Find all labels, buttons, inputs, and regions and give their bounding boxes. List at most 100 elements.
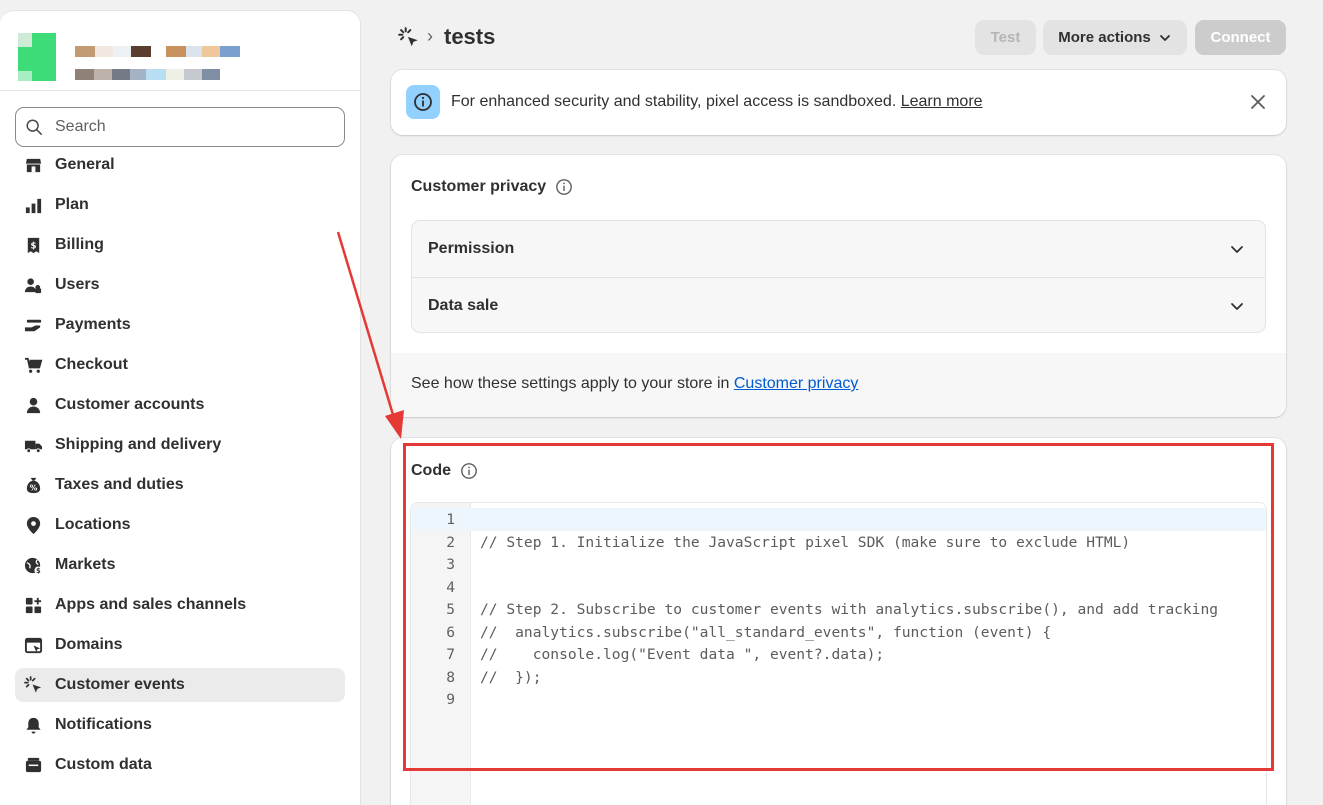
sidebar-item-label: Markets bbox=[55, 556, 116, 573]
customer-privacy-link[interactable]: Customer privacy bbox=[734, 375, 858, 392]
sidebar-item-payments[interactable]: Payments bbox=[15, 308, 345, 342]
sidebar-item-checkout[interactable]: Checkout bbox=[15, 348, 345, 382]
plan-icon bbox=[23, 195, 43, 215]
code-text: // Step 2. Subscribe to customer events … bbox=[480, 601, 1219, 618]
connect-button-label: Connect bbox=[1210, 29, 1271, 46]
banner-text: For enhanced security and stability, pix… bbox=[451, 93, 897, 110]
sidebar-item-label: Customer events bbox=[55, 676, 185, 693]
money-bag-icon: % bbox=[23, 475, 43, 495]
store-domain-blurred bbox=[75, 69, 220, 80]
domain-icon bbox=[23, 635, 43, 655]
code-line: 1 bbox=[411, 508, 1266, 531]
permission-row[interactable]: Permission bbox=[412, 221, 1265, 277]
privacy-footer: See how these settings apply to your sto… bbox=[391, 353, 1286, 417]
sidebar-item-label: Checkout bbox=[55, 356, 128, 373]
truck-icon bbox=[23, 435, 43, 455]
svg-text:$: $ bbox=[30, 241, 36, 251]
sidebar-item-label: Custom data bbox=[55, 756, 152, 773]
chevron-down-icon bbox=[1231, 246, 1243, 253]
sidebar-item-plan[interactable]: Plan bbox=[15, 188, 345, 222]
sidebar-item-taxes[interactable]: % Taxes and duties bbox=[15, 468, 345, 502]
sidebar-item-label: Users bbox=[55, 276, 100, 293]
code-line: 6 // analytics.subscribe("all_standard_ev… bbox=[411, 621, 1266, 644]
code-text: // console.log("Event data ", event?.dat… bbox=[480, 646, 885, 663]
sidebar-item-customer-accounts[interactable]: Customer accounts bbox=[15, 388, 345, 422]
sidebar-item-general[interactable]: General bbox=[15, 148, 345, 182]
database-icon bbox=[23, 755, 43, 775]
sidebar-item-markets[interactable]: $ Markets bbox=[15, 548, 345, 582]
info-icon[interactable] bbox=[460, 462, 478, 480]
sidebar-item-apps[interactable]: Apps and sales channels bbox=[15, 588, 345, 622]
svg-text:%: % bbox=[29, 483, 37, 492]
code-card: Code 1 2 // Step 1. Initialize the JavaSc… bbox=[391, 438, 1286, 805]
sidebar-item-notifications[interactable]: Notifications bbox=[15, 708, 345, 742]
privacy-accordion: Permission Data sale bbox=[411, 220, 1266, 333]
sidebar-item-users[interactable]: Users bbox=[15, 268, 345, 302]
location-pin-icon bbox=[23, 515, 43, 535]
svg-text:$: $ bbox=[35, 567, 40, 575]
sidebar-item-custom-data[interactable]: Custom data bbox=[15, 748, 345, 782]
sidebar-item-domains[interactable]: Domains bbox=[15, 628, 345, 662]
receipt-dollar-icon: $ bbox=[23, 235, 43, 255]
search-input-wrapper[interactable] bbox=[15, 107, 345, 147]
sidebar-item-shipping[interactable]: Shipping and delivery bbox=[15, 428, 345, 462]
card-title-text: Code bbox=[411, 462, 451, 479]
cart-icon bbox=[23, 355, 43, 375]
more-actions-label: More actions bbox=[1058, 29, 1151, 46]
line-number: 1 bbox=[446, 511, 455, 528]
breadcrumb-separator: › bbox=[427, 26, 433, 46]
store-logo bbox=[18, 33, 56, 81]
info-icon bbox=[406, 85, 440, 119]
code-line: 4 bbox=[411, 576, 1266, 599]
close-icon[interactable] bbox=[1248, 92, 1268, 112]
sidebar-item-label: Taxes and duties bbox=[55, 476, 184, 493]
store-header[interactable] bbox=[0, 11, 360, 91]
users-icon bbox=[23, 275, 43, 295]
learn-more-link[interactable]: Learn more bbox=[901, 93, 983, 110]
search-input[interactable] bbox=[55, 118, 325, 136]
info-icon[interactable] bbox=[555, 178, 573, 196]
line-number: 4 bbox=[446, 578, 455, 596]
cursor-click-icon bbox=[23, 675, 43, 695]
sidebar-item-label: Billing bbox=[55, 236, 104, 253]
sidebar-item-label: Payments bbox=[55, 316, 131, 333]
code-editor[interactable]: 1 2 // Step 1. Initialize the JavaScript … bbox=[410, 502, 1267, 805]
sidebar-item-label: Shipping and delivery bbox=[55, 436, 222, 453]
connect-button[interactable]: Connect bbox=[1195, 20, 1286, 55]
line-number: 6 bbox=[446, 623, 455, 641]
sidebar-item-label: General bbox=[55, 156, 115, 173]
sidebar-item-locations[interactable]: Locations bbox=[15, 508, 345, 542]
test-button[interactable]: Test bbox=[975, 20, 1036, 55]
chevron-down-icon bbox=[1159, 34, 1170, 41]
code-heading: Code bbox=[411, 462, 478, 480]
apps-icon bbox=[23, 595, 43, 615]
line-number: 7 bbox=[446, 646, 455, 663]
store-icon bbox=[23, 155, 43, 175]
more-actions-button[interactable]: More actions bbox=[1043, 20, 1187, 55]
line-number: 8 bbox=[446, 668, 455, 686]
sidebar-item-label: Apps and sales channels bbox=[55, 596, 247, 613]
line-number: 2 bbox=[446, 533, 455, 551]
store-name-blurred bbox=[75, 46, 240, 57]
line-number: 3 bbox=[446, 556, 455, 573]
sidebar-item-label: Customer accounts bbox=[55, 396, 205, 413]
data-sale-label: Data sale bbox=[428, 296, 499, 314]
line-number: 5 bbox=[446, 601, 455, 618]
code-line: 8 // }); bbox=[411, 666, 1266, 689]
sidebar-item-billing[interactable]: $ Billing bbox=[15, 228, 345, 262]
code-line: 7 // console.log("Event data ", event?.da… bbox=[411, 643, 1266, 666]
customer-privacy-card: Customer privacy Permission Data sale Se… bbox=[391, 155, 1286, 417]
search-icon bbox=[26, 119, 42, 135]
card-title-text: Customer privacy bbox=[411, 178, 547, 195]
data-sale-row[interactable]: Data sale bbox=[412, 277, 1265, 332]
test-button-label: Test bbox=[990, 29, 1021, 46]
settings-nav: General Plan $ Billing Users Payments Ch… bbox=[15, 148, 345, 788]
sidebar-item-label: Notifications bbox=[55, 716, 152, 733]
customer-privacy-heading: Customer privacy bbox=[411, 178, 573, 196]
sidebar-item-customer-events[interactable]: Customer events bbox=[15, 668, 345, 702]
person-icon bbox=[23, 395, 43, 415]
banner-text-wrapper: For enhanced security and stability, pix… bbox=[451, 93, 983, 111]
code-text: // analytics.subscribe("all_standard_eve… bbox=[480, 623, 1052, 641]
permission-label: Permission bbox=[428, 240, 515, 257]
code-line: 5 // Step 2. Subscribe to customer events… bbox=[411, 598, 1266, 621]
